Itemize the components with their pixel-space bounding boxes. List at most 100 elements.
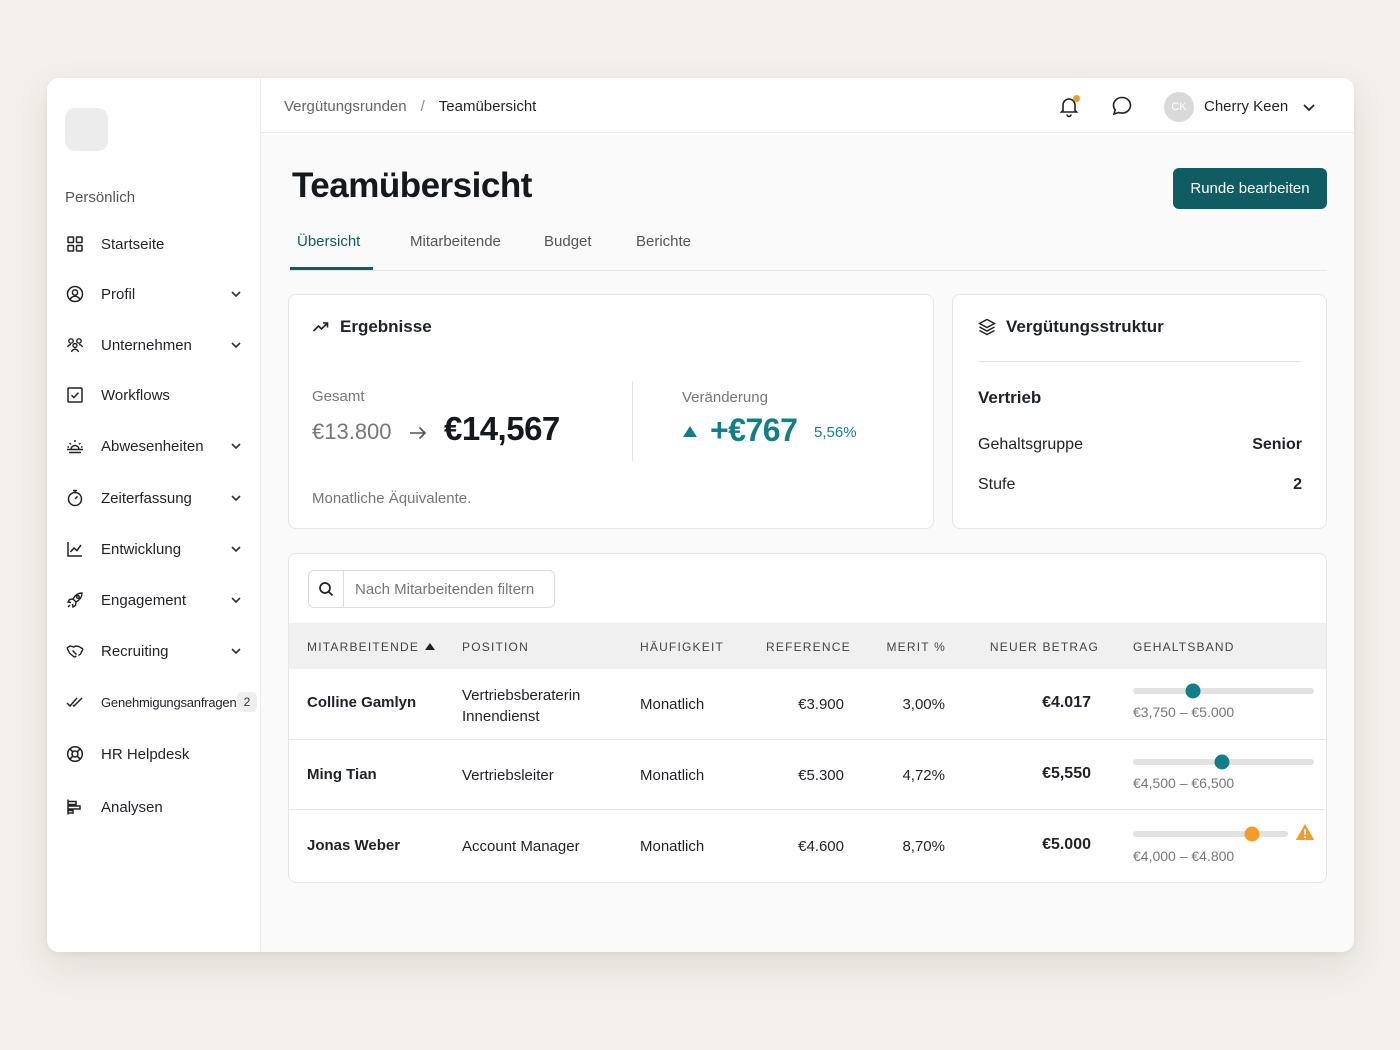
sidebar-item-startseite[interactable]: Startseite <box>65 230 247 258</box>
pay-frequency: Monatlich <box>640 767 705 784</box>
chevron-down-icon[interactable] <box>229 491 243 505</box>
table-row[interactable]: Colline Gamlyn Vertriebsberaterin Innend… <box>289 669 1326 740</box>
trending-up-icon <box>312 322 329 332</box>
salary-band-bar <box>1133 826 1288 842</box>
chevron-down-icon[interactable] <box>229 287 243 301</box>
pay-frequency: Monatlich <box>640 838 705 855</box>
structure-row-label: Gehaltsgruppe <box>978 436 1083 453</box>
search-icon[interactable] <box>309 571 344 607</box>
employee-position: Account Manager <box>462 838 580 855</box>
lifebuoy-icon <box>65 744 85 764</box>
salary-band-range: €4,500 – €6,500 <box>1133 775 1235 791</box>
header-label: MITARBEITENDE <box>307 640 420 654</box>
results-card: Ergebnisse Gesamt €13.800 €14,567 Veränd… <box>288 294 934 529</box>
user-name[interactable]: Cherry Keen <box>1204 98 1288 115</box>
table-row[interactable]: Jonas Weber Account Manager Monatlich €4… <box>289 810 1326 882</box>
sidebar-item-label: Genehmigungsanfragen <box>101 694 237 710</box>
sidebar-item-label: Analysen <box>101 798 163 816</box>
divider <box>978 361 1301 362</box>
sidebar-item-genehmigungsanfragen[interactable]: Genehmigungsanfragen 2 <box>65 688 257 716</box>
new-total-value: €14,567 <box>444 410 560 447</box>
sidebar-item-profil[interactable]: Profil <box>65 280 247 308</box>
reference-amount: €5.300 <box>798 767 844 784</box>
salary-band-marker <box>1214 754 1230 770</box>
arrow-right-icon <box>410 426 427 440</box>
new-amount: €5,550 <box>1042 765 1091 782</box>
employee-filter-input[interactable] <box>344 571 554 607</box>
new-amount: €4.017 <box>1042 694 1091 711</box>
sidebar-item-unternehmen[interactable]: Unternehmen <box>65 331 247 359</box>
chevron-down-icon[interactable] <box>229 593 243 607</box>
sidebar-item-recruiting[interactable]: Recruiting <box>65 637 247 665</box>
column-header-employee[interactable]: MITARBEITENDE <box>307 640 436 654</box>
breadcrumb-link[interactable]: Vergütungsrunden <box>284 98 407 115</box>
chevron-down-icon[interactable] <box>229 439 243 453</box>
structure-row-value: Senior <box>1252 436 1302 453</box>
sidebar-item-label: Unternehmen <box>101 336 192 354</box>
sidebar-item-entwicklung[interactable]: Entwicklung <box>65 535 247 563</box>
column-header-merit[interactable]: MERIT % <box>879 640 946 654</box>
column-header-position[interactable]: POSITION <box>462 640 529 654</box>
employee-table-card: MITARBEITENDE POSITION HÄUFIGKEIT REFERE… <box>288 553 1327 883</box>
salary-band-marker <box>1244 826 1260 842</box>
card-title-text: Ergebnisse <box>340 317 432 336</box>
sidebar-item-abwesenheiten[interactable]: Abwesenheiten <box>65 432 247 460</box>
position-line: Vertriebsberaterin <box>462 687 581 704</box>
warning-icon[interactable] <box>1295 823 1315 841</box>
sidebar-item-engagement[interactable]: Engagement <box>65 586 247 614</box>
chevron-down-icon[interactable] <box>229 542 243 556</box>
sidebar-item-workflows[interactable]: Workflows <box>65 381 247 409</box>
double-check-icon <box>65 692 85 712</box>
change-label: Veränderung <box>682 389 768 406</box>
tab-budget[interactable]: Budget <box>544 228 592 270</box>
company-logo[interactable] <box>65 108 108 151</box>
sidebar: Persönlich Startseite Profil Unternehmen <box>47 78 261 952</box>
tab-bar: Übersicht Mitarbeitende Budget Berichte <box>290 228 1327 271</box>
count-badge: 2 <box>237 692 257 712</box>
tab-berichte[interactable]: Berichte <box>636 228 691 270</box>
old-total-value: €13.800 <box>312 419 392 444</box>
avatar[interactable]: CK <box>1164 92 1194 122</box>
sidebar-item-hr-helpdesk[interactable]: HR Helpdesk <box>65 740 247 768</box>
table-header: MITARBEITENDE POSITION HÄUFIGKEIT REFERE… <box>289 623 1326 669</box>
employee-name[interactable]: Ming Tian <box>307 766 377 783</box>
active-tab-indicator <box>290 267 373 270</box>
chevron-down-icon[interactable] <box>229 644 243 658</box>
table-row[interactable]: Ming Tian Vertriebsleiter Monatlich €5.3… <box>289 740 1326 810</box>
page-title: Teamübersicht <box>292 166 532 205</box>
column-header-frequency[interactable]: HÄUFIGKEIT <box>640 640 724 654</box>
sidebar-item-label: Engagement <box>101 591 187 609</box>
sidebar-item-label: Recruiting <box>101 642 169 660</box>
chevron-down-icon[interactable] <box>229 338 243 352</box>
column-header-salary-band[interactable]: GEHALTSBAND <box>1133 640 1235 654</box>
results-card-title: Ergebnisse <box>312 317 432 337</box>
sunset-icon <box>65 436 85 456</box>
structure-row-value: 2 <box>1293 476 1302 493</box>
structure-row: Gehaltsgruppe Senior <box>978 436 1302 454</box>
merit-percent: 3,00% <box>902 696 945 713</box>
chat-bubble-icon[interactable] <box>1110 94 1134 118</box>
salary-band-bar <box>1133 683 1314 699</box>
employee-search <box>308 570 555 608</box>
employee-name[interactable]: Colline Gamlyn <box>307 694 416 711</box>
sidebar-item-analysen[interactable]: Analysen <box>65 793 247 821</box>
structure-card-title: Vergütungsstruktur <box>978 317 1164 337</box>
merit-percent: 4,72% <box>902 767 945 784</box>
edit-round-button[interactable]: Runde bearbeiten <box>1173 168 1327 209</box>
column-header-new-amount[interactable]: NEUER BETRAG <box>989 640 1099 654</box>
employee-name[interactable]: Jonas Weber <box>307 837 400 854</box>
change-percent: 5,56% <box>814 424 857 441</box>
tab-mitarbeitende[interactable]: Mitarbeitende <box>410 228 501 270</box>
sidebar-item-zeiterfassung[interactable]: Zeiterfassung <box>65 484 247 512</box>
card-title-text: Vergütungsstruktur <box>1006 317 1164 336</box>
sidebar-item-label: Zeiterfassung <box>101 489 192 507</box>
sidebar-item-label: Startseite <box>101 235 165 253</box>
sidebar-item-label: HR Helpdesk <box>101 745 190 763</box>
merit-percent: 8,70% <box>902 838 945 855</box>
app-window: Persönlich Startseite Profil Unternehmen <box>47 78 1354 952</box>
layers-icon <box>978 318 996 336</box>
column-header-reference[interactable]: REFERENCE <box>766 640 850 654</box>
tab-uebersicht[interactable]: Übersicht <box>297 228 360 270</box>
chevron-down-icon[interactable] <box>1301 99 1317 115</box>
compensation-structure-card: Vergütungsstruktur Vertrieb Gehaltsgrupp… <box>952 294 1327 529</box>
